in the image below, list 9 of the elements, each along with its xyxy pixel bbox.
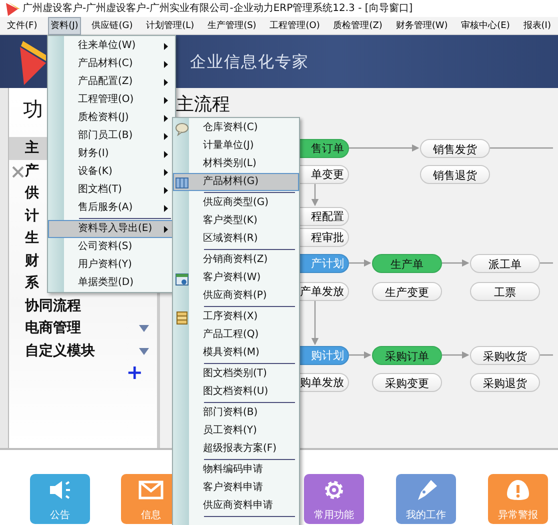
flow-title: 主流程 bbox=[176, 94, 230, 116]
tile-label: 异常警报 bbox=[498, 510, 538, 522]
tile-label: 常用功能 bbox=[314, 510, 354, 522]
window-title: 广州虚设客户-广州虚设客户-广州实业有限公司-企业动力ERP管理系统12.3 - [向导窗口] bbox=[22, 2, 413, 16]
tile-label: 公告 bbox=[50, 510, 70, 522]
banner-slogan: 企业信息化专家 bbox=[190, 50, 309, 72]
tile-label: 我的工作 bbox=[406, 510, 446, 522]
tile-label: 信息 bbox=[141, 510, 161, 522]
sidebar-title: 功 bbox=[23, 96, 43, 123]
